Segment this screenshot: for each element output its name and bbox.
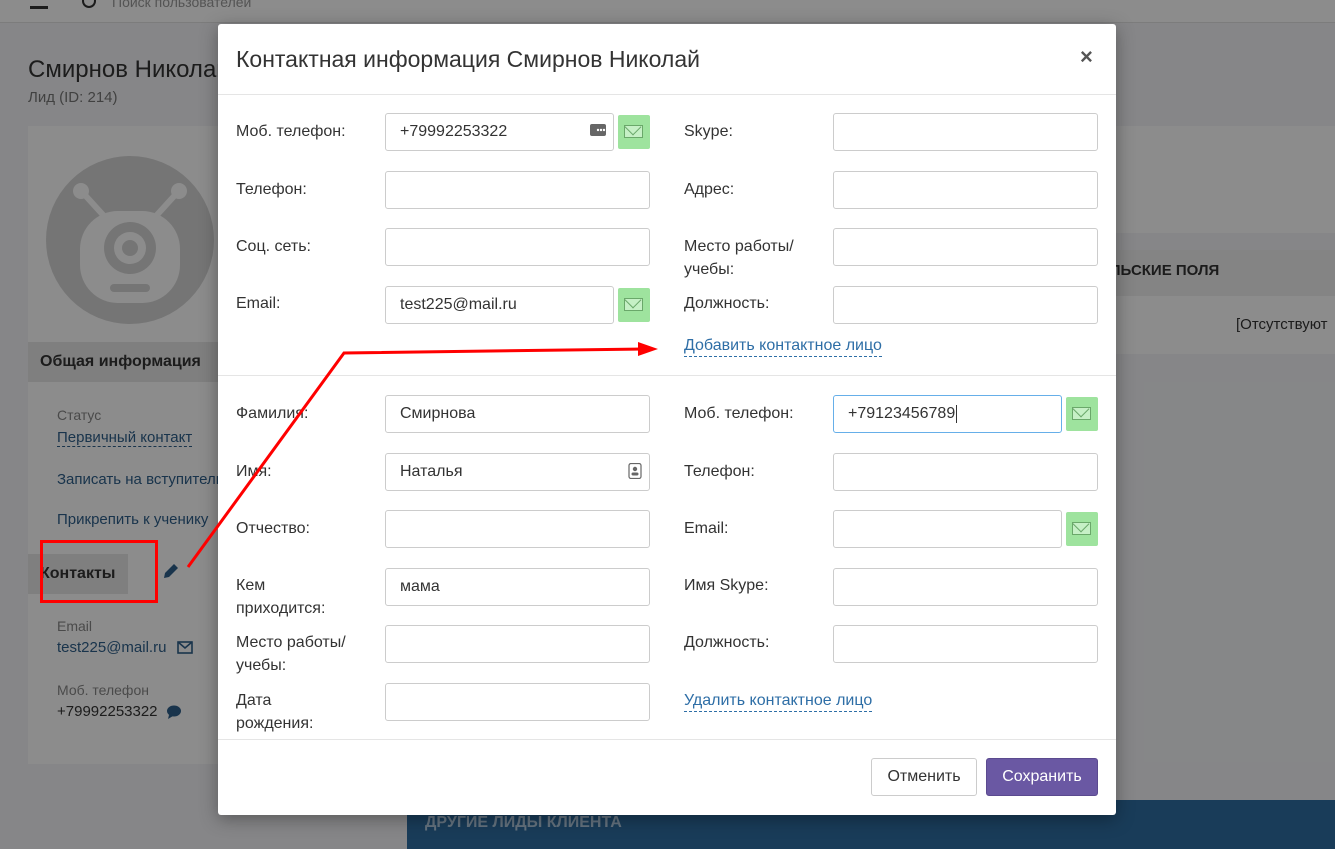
cancel-button[interactable]: Отменить	[871, 758, 977, 796]
contact-email-label: Email:	[684, 520, 729, 537]
envelope-icon	[1072, 522, 1091, 535]
contact-mobile-input[interactable]: +79123456789	[833, 395, 1062, 433]
firstname-input[interactable]: Наталья	[385, 453, 650, 491]
contact-skype-label: Имя Skype:	[684, 577, 769, 594]
address-input[interactable]	[833, 171, 1098, 209]
contact-mobile-value: +79123456789	[848, 405, 956, 422]
annotation-highlight-box	[40, 540, 158, 603]
firstname-label: Имя:	[236, 463, 272, 480]
email-label: Email:	[236, 295, 281, 312]
contact-card-icon[interactable]	[627, 463, 643, 479]
phone-label: Телефон:	[236, 181, 307, 198]
social-label: Соц. сеть:	[236, 238, 311, 255]
relation-label-line1: Кем	[236, 577, 266, 594]
contact-work-label-line1: Место работы/	[236, 634, 346, 651]
envelope-icon	[624, 125, 643, 138]
birthdate-input[interactable]	[385, 683, 650, 721]
mobile-label: Моб. телефон:	[236, 123, 346, 140]
phone-input[interactable]	[385, 171, 650, 209]
close-icon[interactable]: ×	[1080, 44, 1093, 70]
relation-label: Кем приходится:	[236, 574, 325, 620]
skype-input[interactable]	[833, 113, 1098, 151]
envelope-icon	[624, 298, 643, 311]
work-label-line1: Место работы/	[684, 238, 794, 255]
save-button[interactable]: Сохранить	[986, 758, 1098, 796]
contact-sms-send-button[interactable]	[1066, 397, 1098, 431]
autofill-dots-icon[interactable]	[590, 122, 606, 138]
delete-contact-link[interactable]: Удалить контактное лицо	[684, 691, 873, 712]
mobile-input[interactable]: +79992253322	[385, 113, 614, 151]
contact-info-modal: Контактная информация Смирнов Николай × …	[218, 24, 1116, 815]
sms-send-button[interactable]	[618, 115, 650, 149]
position-input[interactable]	[833, 286, 1098, 324]
contact-work-label: Место работы/ учебы:	[236, 631, 346, 677]
modal-title: Контактная информация Смирнов Николай	[236, 46, 700, 72]
envelope-icon	[1072, 407, 1091, 420]
patronymic-input[interactable]	[385, 510, 650, 548]
contact-email-input[interactable]	[833, 510, 1062, 548]
lastname-input[interactable]: Смирнова	[385, 395, 650, 433]
work-label-line2: учебы:	[684, 261, 735, 278]
contact-skype-input[interactable]	[833, 568, 1098, 606]
relation-input[interactable]: мама	[385, 568, 650, 606]
contact-work-label-line2: учебы:	[236, 657, 287, 674]
contact-phone-input[interactable]	[833, 453, 1098, 491]
email-send-button[interactable]	[618, 288, 650, 322]
modal-header: Контактная информация Смирнов Николай ×	[218, 24, 1116, 95]
contact-position-input[interactable]	[833, 625, 1098, 663]
contact-email-send-button[interactable]	[1066, 512, 1098, 546]
contact-mobile-label: Моб. телефон:	[684, 405, 794, 422]
social-input[interactable]	[385, 228, 650, 266]
relation-label-line2: приходится:	[236, 600, 326, 617]
birthdate-label-line2: рождения:	[236, 715, 314, 732]
birthdate-label: Дата рождения:	[236, 689, 313, 735]
contact-position-label: Должность:	[684, 634, 770, 651]
address-label: Адрес:	[684, 181, 735, 198]
skype-label: Skype:	[684, 123, 733, 140]
contact-work-input[interactable]	[385, 625, 650, 663]
add-contact-link[interactable]: Добавить контактное лицо	[684, 336, 882, 357]
lastname-label: Фамилия:	[236, 405, 309, 422]
birthdate-label-line1: Дата	[236, 692, 272, 709]
patronymic-label: Отчество:	[236, 520, 310, 537]
text-cursor	[956, 404, 958, 423]
position-label: Должность:	[684, 295, 770, 312]
work-label: Место работы/ учебы:	[684, 235, 794, 281]
email-input[interactable]: test225@mail.ru	[385, 286, 614, 324]
footer-divider	[218, 739, 1116, 740]
section-divider	[218, 375, 1116, 376]
contact-phone-label: Телефон:	[684, 463, 755, 480]
work-input[interactable]	[833, 228, 1098, 266]
